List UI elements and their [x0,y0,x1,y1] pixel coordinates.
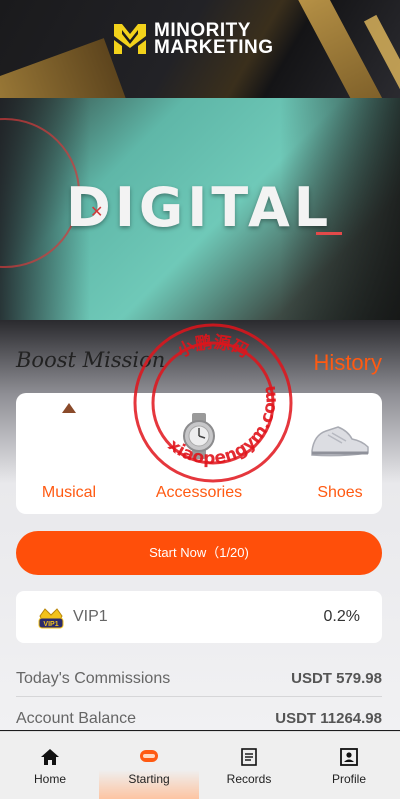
profile-icon [340,748,358,766]
category-label: Accessories [155,484,243,501]
nav-starting[interactable]: Starting [99,732,199,799]
logo-mark-icon [114,24,146,54]
brand-name: MINORITY MARKETING [154,21,274,58]
nav-label: Starting [128,772,170,786]
section-title: Boost Mission [16,348,166,372]
header-decoration [0,38,128,98]
musical-product-icon [62,403,76,413]
nav-profile[interactable]: Profile [299,732,399,799]
category-accessories[interactable]: Accessories [144,393,254,514]
category-card: Musical Accessories Shoes [16,393,382,514]
category-shoes[interactable]: Shoes [298,393,382,514]
nav-records[interactable]: Records [199,732,299,799]
bottom-navigation: Home Starting Records Profile [0,731,400,799]
stat-value: USDT 11264.98 [275,710,382,727]
vip-rate: 0.2% [323,608,360,625]
vip-level: VIP1 [73,608,108,625]
history-link[interactable]: History [314,350,382,376]
nav-home[interactable]: Home [0,732,100,799]
category-label: Musical [41,484,97,501]
category-musical[interactable]: Musical [24,393,114,514]
app-header: MINORITY MARKETING [0,0,400,98]
category-label: Shoes [317,484,363,501]
svg-text:VIP1: VIP1 [43,621,58,628]
stat-label: Account Balance [16,710,137,727]
promo-banner[interactable]: DIGITAL ✕ [0,98,400,320]
home-icon [41,749,59,765]
banner-headline: DIGITAL [66,176,333,239]
sneaker-icon [311,426,369,457]
stat-label: Today's Commissions [16,670,171,687]
vip-crown-icon: VIP1 [38,608,64,629]
nav-label: Profile [331,772,366,786]
stat-row-commissions: Today's Commissions USDT 579.98 [16,661,382,697]
vip-card: VIP1 VIP1 0.2% [16,591,382,643]
brand-line2: MARKETING [154,37,274,58]
banner-x-mark-icon: ✕ [90,204,104,221]
brand-logo: MINORITY MARKETING [112,21,274,58]
nav-label: Home [33,772,66,786]
start-now-button[interactable]: Start Now（1/20) [16,531,382,575]
nav-label: Records [226,772,272,786]
watch-icon [183,413,215,459]
records-icon [241,748,257,766]
stat-value: USDT 579.98 [291,670,382,687]
starting-icon [140,750,158,762]
